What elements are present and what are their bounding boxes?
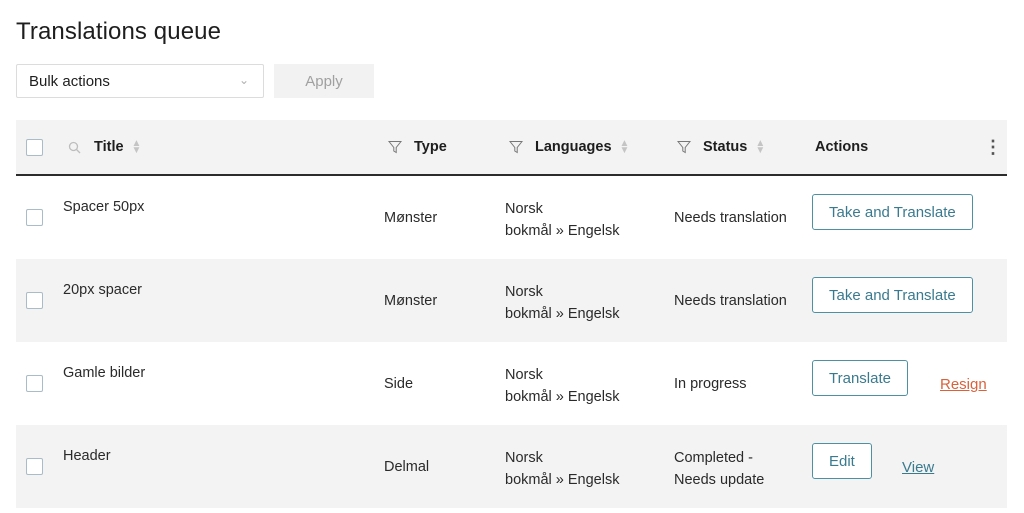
row-status: Needs translation — [674, 210, 787, 226]
column-status[interactable]: Status ▲ ▼ — [677, 120, 765, 174]
row-status: Completed - Needs update — [674, 450, 765, 488]
row-languages: Norsk bokmål » Engelsk — [505, 201, 620, 239]
row-title[interactable]: 20px spacer — [63, 282, 142, 298]
row-checkbox[interactable] — [26, 292, 43, 309]
bulk-actions-select[interactable]: Bulk actions ⌄ — [16, 64, 264, 98]
primary-action-button[interactable]: Edit — [812, 443, 872, 479]
table-row: Spacer 50px Mønster Norsk bokmål » Engels… — [16, 176, 1007, 259]
primary-action-button[interactable]: Take and Translate — [812, 194, 973, 230]
table-row: Header Delmal Norsk bokmål » Engelsk Comp… — [16, 425, 1007, 508]
bulk-actions-label: Bulk actions — [29, 72, 110, 90]
select-all-checkbox[interactable] — [26, 138, 43, 156]
filter-icon[interactable] — [677, 140, 691, 154]
row-type: Mønster — [384, 210, 438, 226]
column-actions: Actions — [815, 139, 869, 155]
secondary-action-link[interactable]: View — [902, 459, 934, 476]
row-languages: Norsk bokmål » Engelsk — [505, 450, 620, 488]
column-type[interactable]: Type — [388, 120, 447, 174]
column-languages[interactable]: Languages ▲ ▼ — [509, 120, 629, 174]
row-title[interactable]: Spacer 50px — [63, 199, 144, 215]
chevron-down-icon: ⌄ — [238, 73, 249, 87]
translations-table: Title ▲ ▼ Type Languages ▲ ▼ Status ▲ ▼ Action… — [16, 120, 1007, 508]
table-row: 20px spacer Mønster Norsk bokmål » Engels… — [16, 259, 1007, 342]
row-title[interactable]: Gamle bilder — [63, 365, 145, 381]
table-row: Gamle bilder Side Norsk bokmål » Engelsk … — [16, 342, 1007, 425]
table-header: Title ▲ ▼ Type Languages ▲ ▼ Status ▲ ▼ Action… — [16, 120, 1007, 176]
row-type: Side — [384, 376, 414, 392]
row-title[interactable]: Header — [63, 448, 111, 464]
row-type: Mønster — [384, 293, 438, 309]
sort-icon[interactable]: ▲ ▼ — [132, 139, 142, 156]
row-status: In progress — [674, 376, 747, 392]
column-title[interactable]: Title ▲ ▼ — [94, 120, 141, 174]
sort-icon[interactable]: ▲ ▼ — [620, 139, 630, 156]
more-options-icon[interactable]: ⋮ — [984, 120, 1002, 174]
row-checkbox[interactable] — [26, 375, 43, 392]
primary-action-button[interactable]: Translate — [812, 360, 908, 396]
row-type: Delmal — [384, 459, 430, 475]
search-icon[interactable] — [68, 120, 81, 174]
secondary-action-link[interactable]: Resign — [940, 376, 987, 393]
page-title: Translations queue — [16, 18, 222, 45]
filter-icon[interactable] — [388, 140, 402, 154]
row-languages: Norsk bokmål » Engelsk — [505, 367, 620, 405]
sort-icon[interactable]: ▲ ▼ — [755, 139, 765, 156]
row-checkbox[interactable] — [26, 209, 43, 226]
row-status: Needs translation — [674, 293, 787, 309]
row-languages: Norsk bokmål » Engelsk — [505, 284, 620, 322]
row-checkbox[interactable] — [26, 458, 43, 475]
apply-button[interactable]: Apply — [274, 64, 374, 98]
filter-icon[interactable] — [509, 140, 523, 154]
primary-action-button[interactable]: Take and Translate — [812, 277, 973, 313]
